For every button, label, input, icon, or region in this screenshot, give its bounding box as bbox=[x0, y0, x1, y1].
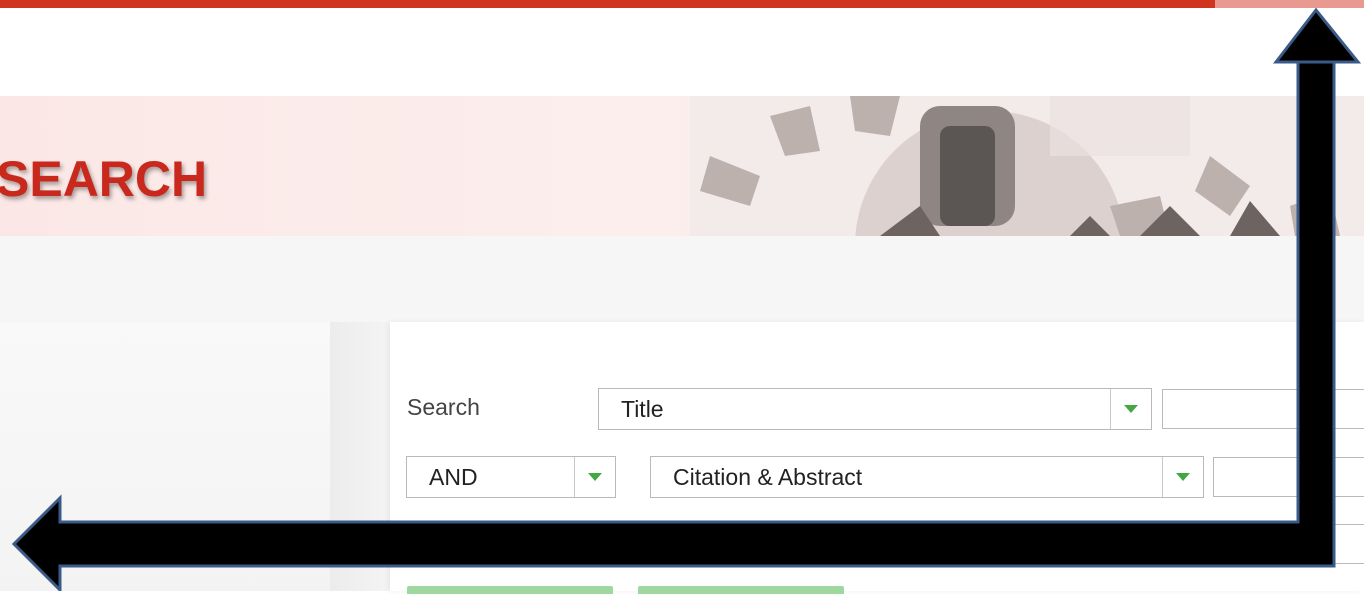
field-select-row1-toggle[interactable] bbox=[1110, 389, 1151, 429]
gears-image bbox=[690, 96, 1364, 236]
chevron-down-icon bbox=[588, 473, 602, 481]
search-button[interactable] bbox=[407, 586, 613, 594]
search-term-input-row2[interactable] bbox=[1213, 457, 1364, 497]
header-banner: SEARCH bbox=[0, 96, 1364, 236]
boolean-operator-toggle[interactable] bbox=[574, 457, 615, 497]
search-term-input-row3[interactable] bbox=[1296, 524, 1364, 564]
panel-gutter bbox=[330, 322, 390, 591]
field-select-row1-value: Title bbox=[621, 395, 664, 422]
chevron-down-icon bbox=[1124, 405, 1138, 413]
page-title: SEARCH bbox=[0, 151, 208, 207]
boolean-operator-select[interactable]: AND bbox=[406, 456, 616, 498]
search-term-input-row1[interactable] bbox=[1162, 389, 1364, 429]
field-select-row2-toggle[interactable] bbox=[1162, 457, 1203, 497]
boolean-operator-value: AND bbox=[429, 463, 478, 490]
clear-button[interactable] bbox=[638, 586, 844, 594]
chevron-down-icon bbox=[1176, 473, 1190, 481]
left-sidebar-panel bbox=[0, 322, 336, 591]
field-select-row2[interactable]: Citation & Abstract bbox=[650, 456, 1204, 498]
field-select-row1[interactable]: Title bbox=[598, 388, 1152, 430]
field-select-row2-value: Citation & Abstract bbox=[673, 463, 863, 490]
search-label: Search bbox=[407, 394, 480, 420]
top-bar-right-segment bbox=[1215, 0, 1364, 8]
top-brand-bar bbox=[0, 0, 1215, 8]
